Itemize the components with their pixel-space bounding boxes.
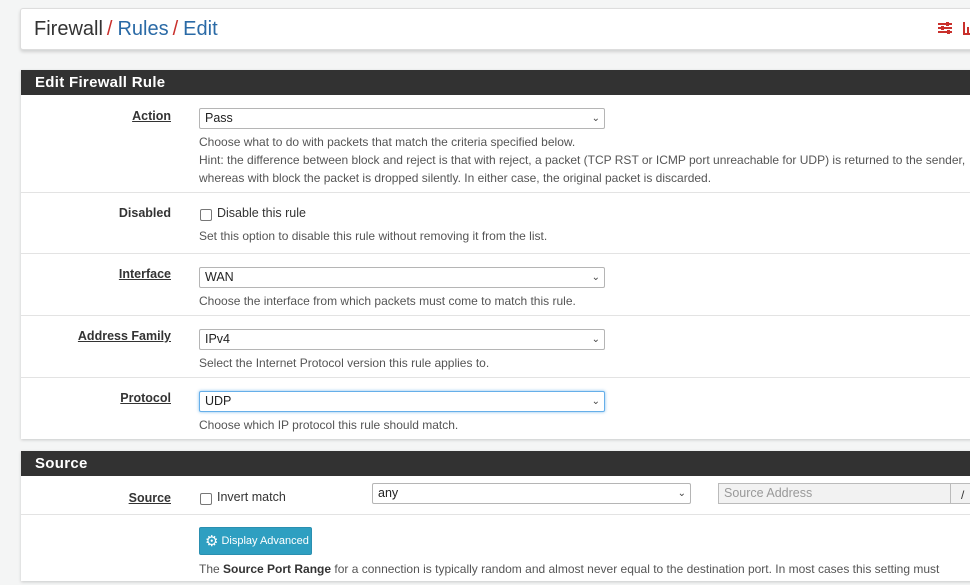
mask-slash: / — [961, 488, 965, 502]
source-panel: Source Source Invert match any ⌄ Source … — [21, 451, 970, 581]
display-advanced-button[interactable]: ⚙ Display Advanced — [199, 527, 312, 555]
disabled-label: Disabled — [118, 206, 171, 220]
source-port-help-bold: Source Port Range — [223, 562, 332, 576]
edit-rule-panel: Edit Firewall Rule Action Pass ⌄ Choose … — [21, 70, 970, 439]
chevron-down-icon: ⌄ — [591, 113, 600, 124]
breadcrumb-separator: / — [106, 17, 113, 40]
action-help-line: Choose what to do with packets that matc… — [199, 135, 576, 149]
breadcrumb-firewall: Firewall — [34, 17, 103, 40]
source-label: Source — [128, 491, 171, 505]
source-type-value: any — [378, 486, 399, 500]
protocol-label: Protocol — [120, 391, 171, 405]
source-port-help: The Source Port Range for a connection i… — [199, 560, 939, 578]
action-label: Action — [132, 109, 171, 123]
invert-match-checkbox[interactable] — [200, 493, 212, 505]
interface-row: Interface WAN ⌄ Choose the interface fro… — [21, 254, 970, 316]
chevron-down-icon: ⌄ — [677, 488, 686, 499]
address-family-row: Address Family IPv4 ⌄ Select the Interne… — [21, 316, 970, 378]
gear-icon: ⚙ — [205, 532, 219, 550]
source-address-input[interactable]: Source Address — [718, 483, 951, 504]
disable-rule-checkbox-label[interactable]: Disable this rule — [217, 206, 306, 220]
invert-match-label[interactable]: Invert match — [217, 490, 286, 504]
disabled-help: Set this option to disable this rule wit… — [199, 229, 548, 243]
address-family-label: Address Family — [77, 329, 171, 343]
interface-help: Choose the interface from which packets … — [199, 294, 576, 308]
action-help-line: Hint: the difference between block and r… — [199, 153, 966, 167]
source-type-select[interactable]: any ⌄ — [372, 483, 691, 504]
address-family-select-value: IPv4 — [205, 332, 231, 346]
disable-rule-checkbox[interactable] — [200, 209, 212, 221]
source-mask-addon: / — [950, 483, 970, 504]
address-family-select[interactable]: IPv4 ⌄ — [199, 329, 605, 350]
chevron-down-icon: ⌄ — [591, 272, 600, 283]
source-port-help-prefix: The — [199, 562, 224, 576]
sliders-icon[interactable] — [937, 21, 953, 40]
display-advanced-label: Display Advanced — [221, 535, 309, 547]
advanced-row: ⚙ Display Advanced The Source Port Range… — [21, 515, 970, 585]
chevron-down-icon: ⌄ — [591, 396, 600, 407]
panel-heading-edit-rule: Edit Firewall Rule — [21, 70, 970, 95]
protocol-select[interactable]: UDP ⌄ — [199, 391, 605, 412]
protocol-help: Choose which IP protocol this rule shoul… — [199, 418, 459, 432]
interface-label: Interface — [118, 267, 171, 281]
action-help: Choose what to do with packets that matc… — [199, 133, 965, 187]
panel-heading-source: Source — [21, 451, 970, 476]
action-select-value: Pass — [205, 111, 233, 125]
source-address-placeholder: Source Address — [724, 486, 813, 500]
protocol-row: Protocol UDP ⌄ Choose which IP protocol … — [21, 378, 970, 439]
action-row: Action Pass ⌄ Choose what to do with pac… — [21, 95, 970, 193]
interface-select-value: WAN — [205, 270, 234, 284]
chevron-down-icon: ⌄ — [591, 334, 600, 345]
disabled-row: Disabled Disable this rule Set this opti… — [21, 193, 970, 254]
interface-select[interactable]: WAN ⌄ — [199, 267, 605, 288]
source-row: Source Invert match any ⌄ Source Address… — [21, 476, 970, 515]
breadcrumb: Firewall / Rules / Edit — [20, 8, 970, 50]
breadcrumb-separator: / — [172, 17, 179, 40]
action-help-line: whereas with block the packet is dropped… — [199, 171, 712, 185]
breadcrumb-rules[interactable]: Rules — [117, 18, 168, 41]
protocol-select-value: UDP — [205, 394, 232, 408]
source-port-help-suffix: for a connection is typically random and… — [331, 562, 940, 576]
address-family-help: Select the Internet Protocol version thi… — [199, 356, 490, 370]
action-select[interactable]: Pass ⌄ — [199, 108, 605, 129]
chart-icon[interactable] — [963, 21, 970, 40]
breadcrumb-edit[interactable]: Edit — [183, 18, 217, 41]
